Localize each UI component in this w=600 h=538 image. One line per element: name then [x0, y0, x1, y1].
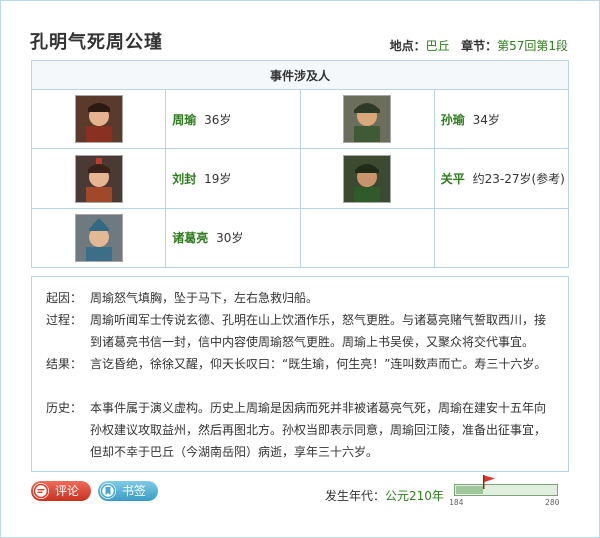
person-name-zhou-yu[interactable]: 周瑜	[172, 113, 196, 127]
liu-feng-portrait-icon[interactable]	[74, 154, 123, 203]
comment-label: 评论	[55, 484, 80, 498]
event-meta: 地点：巴丘 章节：第57回第1段	[390, 37, 568, 54]
person-name-sun-yu[interactable]: 孙瑜	[441, 113, 465, 127]
avatar-cell	[299, 148, 435, 209]
event-process: 过程： 周瑜听闻军士传说玄德、孔明在山上饮酒作乐，怒气更胜。与诸葛亮赌气誓取西川…	[46, 309, 556, 353]
person-info: 诸葛亮 30岁	[165, 207, 301, 269]
event-cause-label: 起因：	[46, 291, 83, 305]
bookmark-icon	[100, 483, 116, 499]
timeline-end-label: 280	[545, 498, 560, 507]
event-history-text: 本事件属于演义虚构。历史上周瑜是因病而死并非被诸葛亮气死，周瑜在建安十五年向孙权…	[90, 401, 547, 459]
avatar-cell	[30, 207, 167, 269]
chapter-label: 章节：	[461, 39, 498, 53]
year-timeline[interactable]	[454, 484, 558, 496]
avatar-cell	[30, 89, 167, 150]
flag-marker-icon	[482, 474, 496, 493]
timeline-start-label: 184	[449, 498, 464, 507]
event-details: 起因： 周瑜怒气填胸，坠于马下，左右急救归船。 过程： 周瑜听闻军士传说玄德、孔…	[31, 276, 569, 472]
event-process-text: 周瑜听闻军士传说玄德、孔明在山上饮酒作乐，怒气更胜。与诸葛亮赌气誓取西川，接到诸…	[90, 313, 547, 349]
location-link[interactable]: 巴丘	[426, 39, 450, 53]
zhuge-liang-portrait-icon[interactable]	[74, 213, 123, 262]
people-table: 事件涉及人 周瑜 36岁 孙瑜 34岁 刘封 19岁 关平 约23-27岁(参考…	[30, 59, 570, 269]
timeline-progress	[456, 486, 484, 494]
sun-yu-portrait-icon[interactable]	[343, 95, 392, 144]
event-result: 结果： 言讫昏绝，徐徐又醒，仰天长叹曰：“既生瑜，何生亮！”连叫数声而亡。寿三十…	[46, 353, 556, 375]
comment-button[interactable]: 评论	[31, 481, 91, 501]
person-age: 19岁	[204, 172, 232, 187]
event-result-text: 言讫昏绝，徐徐又醒，仰天长叹曰：“既生瑜，何生亮！”连叫数声而亡。寿三十六岁。	[90, 357, 547, 371]
year-value: 公元210年	[385, 489, 444, 503]
year-label: 发生年代：	[325, 489, 386, 503]
chapter-link[interactable]: 第57回第1段	[497, 39, 568, 53]
comment-icon	[33, 483, 49, 499]
empty-info-cell	[433, 207, 570, 269]
person-age: 30岁	[216, 231, 244, 246]
event-cause-text: 周瑜怒气填胸，坠于马下，左右急救归船。	[90, 291, 319, 305]
event-history: 历史： 本事件属于演义虚构。历史上周瑜是因病而死并非被诸葛亮气死，周瑜在建安十五…	[46, 397, 556, 463]
location-label: 地点：	[389, 39, 426, 53]
person-info: 周瑜 36岁	[165, 89, 301, 150]
year-info: 发生年代：公元210年	[325, 487, 444, 504]
person-info: 关平 约23-27岁(参考)	[433, 148, 570, 209]
people-row: 刘封 19岁 关平 约23-27岁(参考)	[30, 148, 570, 209]
event-history-label: 历史：	[46, 401, 83, 415]
person-age: 36岁	[204, 112, 232, 127]
empty-avatar-cell	[299, 207, 435, 269]
person-name-guan-ping[interactable]: 关平	[441, 172, 465, 186]
person-info: 孙瑜 34岁	[433, 89, 570, 150]
event-result-label: 结果：	[46, 357, 83, 371]
bookmark-button[interactable]: 书签	[98, 481, 158, 501]
person-name-zhuge-liang[interactable]: 诸葛亮	[172, 231, 208, 245]
person-name-liu-feng[interactable]: 刘封	[172, 172, 196, 186]
guan-ping-portrait-icon[interactable]	[343, 154, 392, 203]
people-table-header: 事件涉及人	[31, 59, 569, 91]
person-info: 刘封 19岁	[165, 148, 301, 209]
event-cause: 起因： 周瑜怒气填胸，坠于马下，左右急救归船。	[46, 287, 556, 309]
person-age: 约23-27岁(参考)	[472, 172, 565, 187]
people-row: 周瑜 36岁 孙瑜 34岁	[30, 89, 570, 150]
event-process-label: 过程：	[46, 313, 83, 327]
people-row: 诸葛亮 30岁	[30, 207, 570, 269]
avatar-cell	[299, 89, 435, 150]
bookmark-label: 书签	[122, 484, 147, 498]
zhou-yu-portrait-icon[interactable]	[74, 95, 123, 144]
person-age: 34岁	[472, 112, 500, 127]
page-title: 孔明气死周公瑾	[30, 32, 163, 53]
avatar-cell	[30, 148, 167, 209]
